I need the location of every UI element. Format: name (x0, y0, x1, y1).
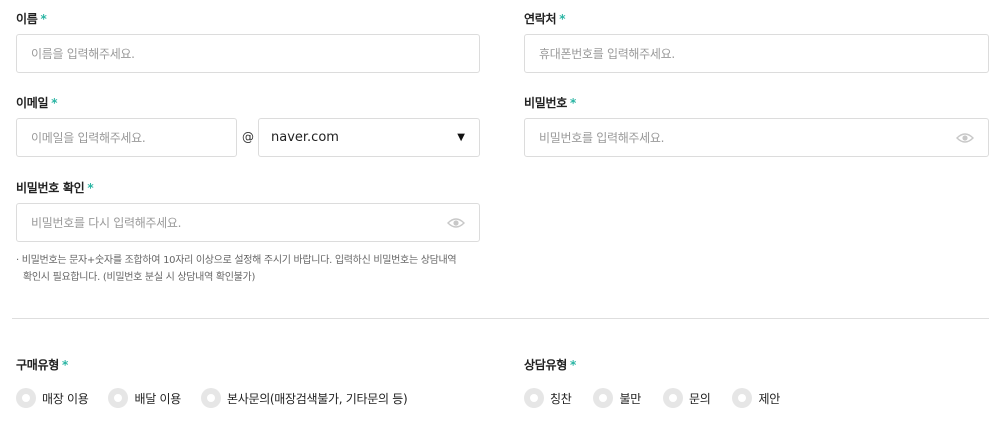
password-input[interactable]: 비밀번호를 입력해주세요. (524, 118, 989, 157)
name-input[interactable]: 이름을 입력해주세요. (16, 34, 480, 73)
name-placeholder: 이름을 입력해주세요. (31, 47, 135, 61)
consult-type-option-inquiry[interactable]: 문의 (662, 388, 711, 408)
eye-icon[interactable] (447, 216, 465, 230)
password-confirm-input[interactable]: 비밀번호를 다시 입력해주세요. (16, 203, 480, 242)
radio-label: 칭찬 (550, 391, 572, 406)
consult-type-label-text: 상담유형 (524, 358, 567, 372)
contact-label-text: 연락처 (524, 12, 557, 26)
required-mark: * (40, 12, 47, 26)
radio-dot (114, 394, 123, 402)
required-mark: * (87, 181, 94, 195)
name-label-text: 이름 (16, 12, 38, 26)
radio-dot (599, 394, 608, 402)
triangle-down-icon: ▼ (457, 132, 465, 143)
radio-dot (530, 394, 538, 402)
consult-type-option-complaint[interactable]: 불만 (593, 388, 641, 408)
radio-label: 제안 (758, 391, 780, 406)
required-mark: * (569, 358, 576, 372)
radio-dot (668, 394, 677, 402)
contact-placeholder: 휴대폰번호를 입력해주세요. (539, 47, 675, 61)
radio-button[interactable] (732, 388, 753, 408)
password-confirm-label: 비밀번호 확인 * (16, 179, 94, 196)
radio-button[interactable] (524, 388, 544, 408)
password-confirm-placeholder: 비밀번호를 다시 입력해주세요. (31, 216, 182, 230)
radio-button[interactable] (108, 388, 129, 408)
radio-label: 매장 이용 (42, 391, 89, 406)
section-divider (12, 318, 989, 319)
required-mark: * (569, 96, 576, 110)
contact-label: 연락처 * (524, 10, 566, 27)
email-label-text: 이메일 (16, 96, 49, 110)
purchase-type-radio-group: 매장 이용 배달 이용 본사문의(매장검색불가, 기타문의 등) (16, 388, 427, 408)
required-mark: * (51, 96, 58, 110)
radio-button[interactable] (662, 388, 683, 408)
purchase-type-option-delivery[interactable]: 배달 이용 (108, 388, 181, 408)
required-mark: * (61, 358, 68, 372)
contact-input[interactable]: 휴대폰번호를 입력해주세요. (524, 34, 989, 73)
password-note: · 비밀번호는 문자+숫자를 조합하여 10자리 이상으로 설정해 주시기 바랍… (16, 252, 457, 286)
name-label: 이름 * (16, 10, 47, 27)
email-domain-value: naver.com (271, 130, 339, 145)
consult-type-label: 상담유형 * (524, 356, 576, 373)
password-note-line1: · 비밀번호는 문자+숫자를 조합하여 10자리 이상으로 설정해 주시기 바랍… (16, 255, 457, 266)
radio-dot (22, 394, 30, 402)
password-note-line2: 확인시 필요합니다. (비밀번호 분실 시 상담내역 확인불가) (23, 272, 256, 283)
radio-label: 본사문의(매장검색불가, 기타문의 등) (226, 391, 408, 406)
radio-button[interactable] (16, 388, 36, 408)
purchase-type-label-text: 구매유형 (16, 358, 59, 372)
radio-dot (206, 394, 215, 402)
radio-label: 배달 이용 (134, 391, 181, 406)
purchase-type-label: 구매유형 * (16, 356, 68, 373)
eye-icon[interactable] (956, 131, 974, 145)
consult-type-option-suggestion[interactable]: 제안 (732, 388, 780, 408)
password-confirm-label-text: 비밀번호 확인 (16, 181, 85, 195)
radio-button[interactable] (593, 388, 614, 408)
required-mark: * (559, 12, 566, 26)
password-placeholder: 비밀번호를 입력해주세요. (539, 131, 665, 145)
purchase-type-option-hq[interactable]: 본사문의(매장검색불가, 기타문의 등) (200, 388, 408, 408)
radio-label: 문의 (688, 391, 711, 406)
radio-button[interactable] (200, 388, 221, 408)
radio-label: 불만 (619, 391, 641, 406)
at-symbol: @ (242, 130, 254, 144)
password-label-text: 비밀번호 (524, 96, 567, 110)
radio-dot (738, 394, 747, 402)
password-label: 비밀번호 * (524, 94, 576, 111)
purchase-type-option-store[interactable]: 매장 이용 (16, 388, 89, 408)
email-label: 이메일 * (16, 94, 58, 111)
consult-type-option-praise[interactable]: 칭찬 (524, 388, 572, 408)
email-domain-select[interactable]: naver.com ▼ (258, 118, 480, 157)
email-id-input[interactable]: 이메일을 입력해주세요. (16, 118, 237, 157)
email-placeholder: 이메일을 입력해주세요. (31, 131, 146, 145)
consult-type-radio-group: 칭찬 불만 문의 제안 (524, 388, 800, 408)
